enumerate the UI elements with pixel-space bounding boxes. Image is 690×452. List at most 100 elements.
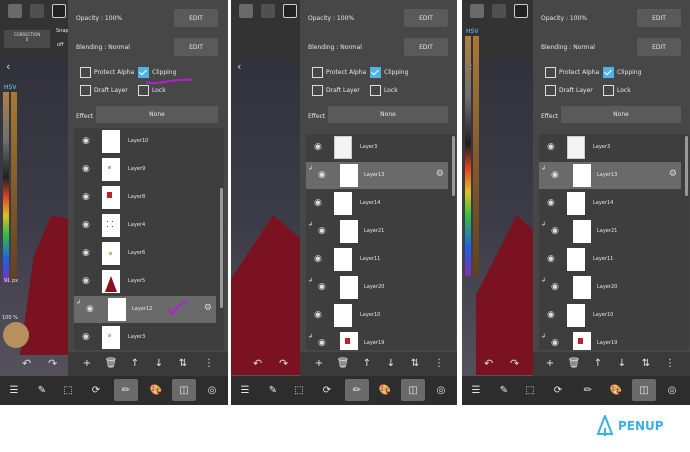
layer-item[interactable]: ◉ Layer14 [306,190,448,217]
layer-item[interactable]: ◉ Layer11 [539,246,681,273]
layer-item[interactable]: ◉ Layer4 [74,212,216,239]
draft-layer-checkbox[interactable] [312,85,323,96]
brush-icon[interactable]: ✏ [345,379,369,401]
saturation-slider[interactable] [473,36,479,276]
add-icon[interactable]: + [308,352,330,374]
dots-circle-icon[interactable]: ◎ [200,379,224,401]
arrow-down-icon[interactable]: ↓ [380,352,402,374]
opacity-edit-button[interactable]: EDIT [174,9,218,27]
layer-item-selected[interactable]: ↲ ◉ Layer12 ⚙ [74,296,216,323]
layer-item[interactable]: ◉ Layer3 [306,134,448,161]
layer-item[interactable]: ↲ ◉ Layer21 [539,218,681,245]
clipping-checkbox[interactable] [603,67,614,78]
effect-select[interactable]: None [96,106,218,123]
eye-icon[interactable]: ◉ [82,136,90,146]
more-vertical-icon[interactable]: ⋮ [198,352,220,374]
arrow-down-icon[interactable]: ↓ [611,352,633,374]
saturation-slider[interactable] [11,92,17,282]
brush-icon[interactable]: ✏ [114,379,138,401]
layer-item[interactable]: ◉ Layer10 [74,128,216,155]
eye-icon[interactable]: ◉ [82,164,90,174]
draft-layer-checkbox[interactable] [545,85,556,96]
eye-icon[interactable]: ◉ [82,220,90,230]
eye-icon[interactable]: ◉ [86,304,94,314]
snap-value[interactable]: off [57,42,64,48]
layer-item[interactable]: ↲ ◉ Layer19 [539,330,681,350]
opacity-edit-button[interactable]: EDIT [637,9,681,27]
rotate-icon[interactable]: ⟳ [84,379,108,401]
layer-item[interactable]: ◉ Layer10 [306,302,448,329]
redo-icon[interactable]: ↷ [510,357,519,370]
color-circle[interactable] [3,322,29,348]
selection-icon[interactable]: ⬚ [518,379,542,401]
protect-alpha-checkbox[interactable] [312,67,323,78]
layer-list-scrollbar[interactable] [685,136,688,196]
lock-checkbox[interactable] [370,85,381,96]
back-arrow-icon[interactable]: ‹ [6,60,10,73]
eye-icon[interactable]: ◉ [547,310,555,320]
correction-button[interactable]: CORRECTION 0 [4,30,50,48]
hue-slider[interactable] [465,36,471,276]
eye-icon[interactable]: ◉ [318,170,326,180]
eye-icon[interactable]: ◉ [314,198,322,208]
layer-list[interactable]: ◉ Layer3 ↲ ◉ Layer13 ⚙ ◉ Layer14 ↲ ◉ Lay… [539,134,689,350]
menu-icon[interactable]: ☰ [233,379,257,401]
dots-circle-icon[interactable]: ◎ [660,379,684,401]
undo-icon[interactable]: ↶ [484,357,493,370]
layer-list-scrollbar[interactable] [452,136,455,196]
eye-icon[interactable]: ◉ [551,282,559,292]
merge-icon[interactable]: ⇅ [635,352,657,374]
eye-icon[interactable]: ◉ [551,338,559,348]
eye-icon[interactable]: ◉ [82,192,90,202]
palette-icon[interactable]: 🎨 [373,379,397,401]
lock-checkbox[interactable] [603,85,614,96]
arrow-up-icon[interactable]: ↑ [587,352,609,374]
brush-tool-icon[interactable] [239,4,253,18]
rotate-icon[interactable]: ⟳ [546,379,570,401]
merge-icon[interactable]: ⇅ [172,352,194,374]
menu-icon[interactable]: ☰ [2,379,26,401]
hue-slider[interactable] [3,92,9,282]
layer-item[interactable]: ◉ Layer10 [539,302,681,329]
eye-icon[interactable]: ◉ [318,282,326,292]
eye-icon[interactable]: ◉ [314,142,322,152]
eye-icon[interactable]: ◉ [547,198,555,208]
layer-item[interactable]: ◉ Layer3 [539,134,681,161]
opacity-edit-button[interactable]: EDIT [404,9,448,27]
undo-icon[interactable]: ↶ [22,357,31,370]
trash-icon[interactable]: 🗑 [332,352,354,374]
arrow-up-icon[interactable]: ↑ [124,352,146,374]
more-vertical-icon[interactable]: ⋮ [659,352,681,374]
gear-icon[interactable]: ⚙ [204,303,212,313]
undo-icon[interactable]: ↶ [253,357,262,370]
effect-select[interactable]: None [561,106,681,123]
eye-icon[interactable]: ◉ [318,338,326,348]
clipping-checkbox[interactable] [370,67,381,78]
draft-layer-checkbox[interactable] [80,85,91,96]
layer-list[interactable]: ◉ Layer10 ◉ Layer9 ◉ Layer8 ◉ Layer4 ◉ L… [74,128,224,350]
layers-icon[interactable]: ◫ [401,379,425,401]
eye-icon[interactable]: ◉ [82,332,90,342]
protect-alpha-checkbox[interactable] [545,67,556,78]
menu-icon[interactable]: ☰ [464,379,488,401]
brush-tool-icon[interactable] [8,4,22,18]
eye-icon[interactable]: ◉ [82,248,90,258]
redo-icon[interactable]: ↷ [48,357,57,370]
add-icon[interactable]: + [76,352,98,374]
layer-item[interactable]: ◉ Layer6 [74,240,216,267]
eraser-tool-icon[interactable] [30,4,44,18]
layer-item[interactable]: ↲ ◉ Layer20 [539,274,681,301]
color-swatch[interactable] [52,4,66,18]
trash-icon[interactable]: 🗑 [563,352,585,374]
merge-icon[interactable]: ⇅ [404,352,426,374]
edit-icon[interactable]: ✎ [492,379,516,401]
eye-icon[interactable]: ◉ [551,170,559,180]
eye-icon[interactable]: ◉ [82,276,90,286]
layer-item[interactable]: ↲ ◉ Layer20 [306,274,448,301]
layer-item[interactable]: ↲ ◉ Layer21 [306,218,448,245]
eye-icon[interactable]: ◉ [314,254,322,264]
layer-item[interactable]: ◉ Layer11 [306,246,448,273]
selection-icon[interactable]: ⬚ [287,379,311,401]
blending-edit-button[interactable]: EDIT [637,38,681,56]
dots-circle-icon[interactable]: ◎ [429,379,453,401]
